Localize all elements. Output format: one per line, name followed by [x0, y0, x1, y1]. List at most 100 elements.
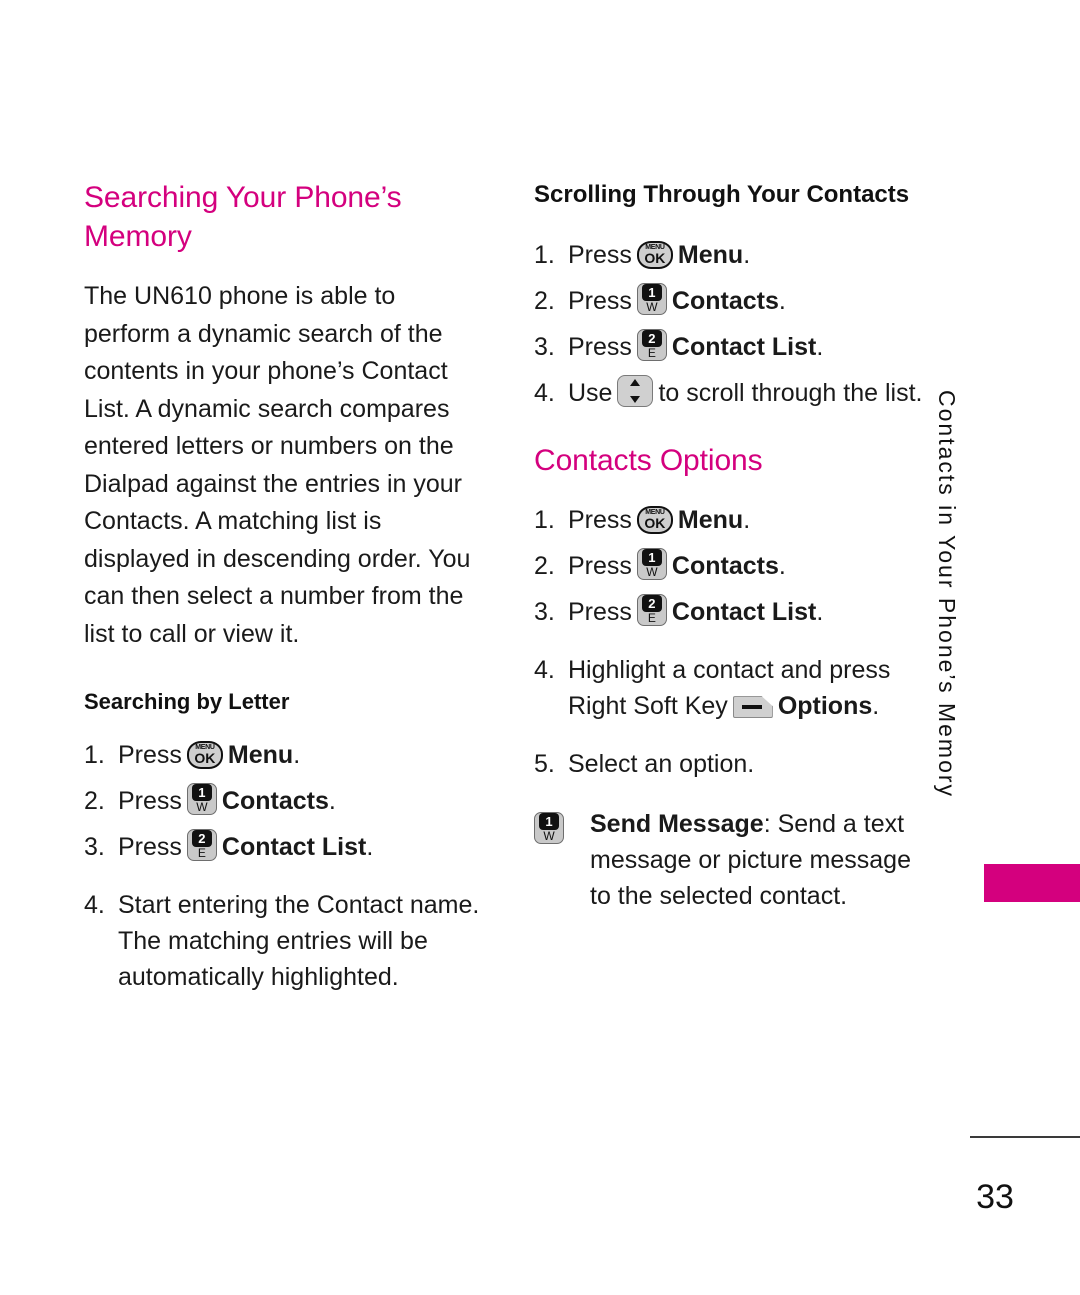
option-icon-wrap: 1 W — [534, 806, 590, 848]
step-verb: Press — [118, 786, 182, 815]
keypad-digit: 2 — [641, 330, 662, 348]
step-number: 5. — [534, 750, 555, 779]
step-number: 2. — [534, 552, 555, 581]
step-number: 2. — [84, 786, 105, 815]
step-target-label: Options — [777, 692, 873, 721]
arrow-up-icon — [630, 379, 641, 387]
step-number: 3. — [534, 333, 555, 362]
step-target-label: Contacts — [671, 287, 779, 316]
option-separator: : — [763, 810, 771, 839]
step-verb: Press — [118, 740, 182, 769]
option-description: Send Message: Send a text message or pic… — [590, 806, 934, 914]
subheading-searching-by-letter: Searching by Letter — [84, 689, 290, 714]
step-item: 2. Press 1 W Contacts. — [534, 283, 934, 319]
step-text: Press 1 W Contacts. — [118, 782, 480, 819]
step-tail-text: to scroll through the list. — [658, 379, 923, 408]
menu-ok-key-ok-label: OK — [644, 250, 666, 267]
menu-ok-key-ok-label: OK — [194, 749, 216, 766]
keypad-letter: W — [646, 565, 658, 580]
chapter-tab-marker — [984, 864, 1080, 902]
step-item: 4. Highlight a contact and press Right S… — [534, 652, 934, 724]
heading-contacts-options: Contacts Options — [534, 444, 763, 478]
step-target-label: Contacts — [671, 552, 779, 581]
keypad-letter: E — [647, 611, 656, 626]
step-punctuation: . — [293, 740, 301, 769]
step-number: 4. — [534, 656, 555, 685]
step-text: Press 2 E Contact List. — [568, 329, 934, 365]
step-text: Press MENU OK Menu. — [568, 237, 934, 273]
left-column: Searching Your Phone’s Memory The UN610 … — [84, 178, 480, 1009]
step-punctuation: . — [778, 287, 786, 316]
arrow-down-icon — [630, 396, 641, 404]
step-item: 4. Start entering the Contact name. The … — [84, 887, 480, 995]
keypad-letter: W — [646, 300, 658, 315]
step-verb: Press — [568, 552, 632, 581]
step-verb: Press — [568, 241, 632, 270]
step-number: 1. — [84, 740, 105, 769]
step-target-label: Contact List — [221, 832, 367, 861]
scroll-key-icon — [617, 375, 654, 408]
step-item: 1. Press MENU OK Menu. — [534, 237, 934, 273]
menu-ok-key-icon: MENU OK — [636, 506, 673, 535]
menu-ok-key-icon: MENU OK — [636, 241, 673, 270]
step-line-1: Highlight a contact and press — [568, 656, 891, 685]
step-item: 2. Press 1 W Contacts. — [84, 782, 480, 819]
step-text: Press MENU OK Menu. — [568, 502, 934, 538]
keypad-letter: E — [647, 346, 656, 361]
step-item: 3. Press 2 E Contact List. — [84, 828, 480, 865]
step-verb: Press — [568, 598, 632, 627]
keypad-digit: 1 — [641, 284, 662, 302]
step-number: 1. — [534, 241, 555, 270]
keypad-digit: 1 — [641, 549, 662, 567]
step-item: 2. Press 1 W Contacts. — [534, 548, 934, 584]
keypad-letter: W — [543, 829, 555, 844]
menu-ok-key-ok-label: OK — [644, 515, 666, 532]
step-punctuation: . — [816, 333, 824, 362]
soft-key-dash-icon — [741, 705, 762, 710]
right-column: Scrolling Through Your Contacts 1. Press… — [534, 178, 934, 914]
step-punctuation: . — [743, 506, 751, 535]
chapter-side-label: Contacts in Your Phone’s Memory — [934, 390, 960, 799]
option-send-message: 1 W Send Message: Send a text message or… — [534, 806, 934, 914]
step-verb: Press — [118, 832, 182, 861]
step-target-label: Contact List — [671, 333, 817, 362]
step-text: Press 1 W Contacts. — [568, 548, 934, 584]
step-target-label: Menu — [677, 506, 744, 535]
step-number: 1. — [534, 506, 555, 535]
step-number: 3. — [84, 832, 105, 861]
step-target-label: Contacts — [221, 786, 329, 815]
step-punctuation: . — [366, 832, 374, 861]
step-number: 3. — [534, 598, 555, 627]
right-soft-key-label: Right Soft Key — [568, 692, 728, 721]
step-item: 1. Press MENU OK Menu. — [84, 737, 480, 773]
manual-page: Searching Your Phone’s Memory The UN610 … — [0, 0, 1080, 1295]
keypad-2-e-key-icon: 2 E — [186, 828, 217, 861]
step-item: 4. Use to scroll through the list. — [534, 375, 934, 411]
step-text: Press 1 W Contacts. — [568, 283, 934, 319]
page-title-searching-your-phones-memory: Searching Your Phone’s Memory — [84, 181, 402, 253]
step-punctuation: . — [816, 598, 824, 627]
step-text: Highlight a contact and press Right Soft… — [568, 652, 934, 724]
step-item: 3. Press 2 E Contact List. — [534, 594, 934, 630]
keypad-letter: W — [196, 799, 208, 814]
scrolling-steps: 1. Press MENU OK Menu. 2. Press 1 W Cont… — [534, 237, 934, 411]
step-text: Select an option. — [568, 750, 755, 779]
step-item: 1. Press MENU OK Menu. — [534, 502, 934, 538]
keypad-letter: E — [197, 845, 206, 860]
step-number: 4. — [84, 890, 105, 919]
keypad-digit: 1 — [539, 813, 559, 831]
step-text: Start entering the Contact name. The mat… — [118, 890, 480, 991]
step-target-label: Menu — [227, 740, 294, 769]
step-punctuation: . — [328, 786, 336, 815]
searching-by-letter-steps: 1. Press MENU OK Menu. 2. Press 1 W Cont… — [84, 737, 480, 995]
keypad-digit: 2 — [641, 595, 662, 613]
step-item: 5. Select an option. — [534, 746, 934, 782]
step-number: 4. — [534, 379, 555, 408]
intro-paragraph: The UN610 phone is able to perform a dyn… — [84, 282, 471, 648]
menu-ok-key-icon: MENU OK — [186, 740, 223, 769]
keypad-digit: 1 — [191, 783, 212, 801]
keypad-1-w-key-icon: 1 W — [636, 283, 667, 316]
keypad-1-w-key-icon: 1 W — [534, 812, 564, 845]
keypad-1-w-key-icon: 1 W — [186, 782, 217, 815]
keypad-2-e-key-icon: 2 E — [636, 594, 667, 627]
